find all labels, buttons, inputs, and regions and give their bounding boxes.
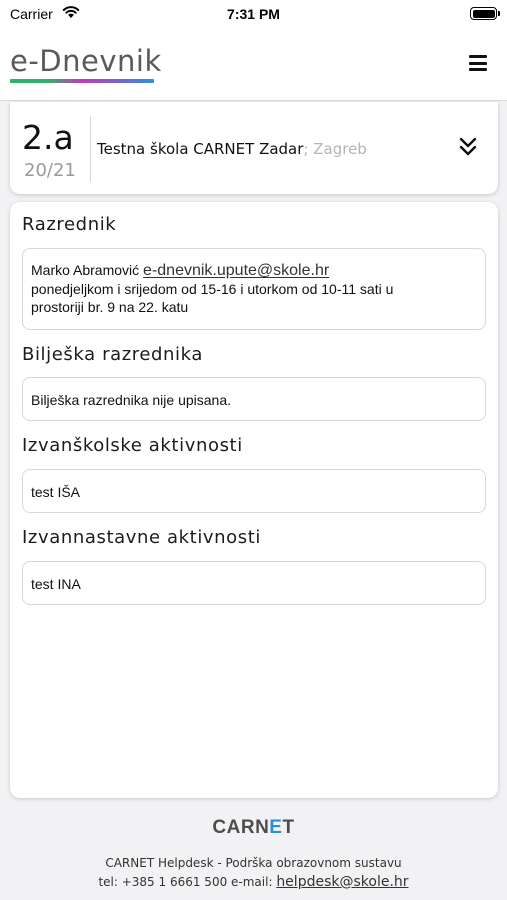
office-hours-line2: prostoriji br. 9 na 22. katu: [31, 299, 189, 315]
carnet-logo: CARNET: [212, 817, 295, 838]
helpdesk-email-link[interactable]: helpdesk@skole.hr: [276, 874, 408, 890]
battery-icon: [470, 7, 500, 20]
biljeska-text: Bilješka razrednika nije upisana.: [31, 392, 231, 408]
biljeska-box: Bilješka razrednika nije upisana.: [22, 377, 486, 421]
details-card: Razrednik Marko Abramović e-dnevnik.uput…: [10, 202, 498, 798]
hamburger-menu-icon[interactable]: [469, 55, 487, 71]
logo-underline: [10, 79, 154, 83]
section-title-izvanskolske: Izvanškolske aktivnosti: [22, 435, 243, 456]
status-bar: Carrier 7:31 PM: [0, 0, 507, 28]
helpdesk-label: CARNET Helpdesk - Podrška obrazovnom sus…: [105, 856, 402, 870]
app-header: e-Dnevnik: [0, 28, 507, 101]
section-title-izvannastavne: Izvannastavne aktivnosti: [22, 527, 262, 548]
izvanskolske-text: test IŠA: [31, 484, 81, 500]
section-title-razrednik: Razrednik: [22, 214, 117, 235]
double-chevron-down-icon[interactable]: [458, 136, 478, 158]
helpdesk-contact: tel: +385 1 6661 500 e-mail: helpdesk@sk…: [0, 874, 507, 890]
class-card[interactable]: 2.a 20/21 Testna škola CARNET Zadar; Zag…: [10, 102, 498, 194]
divider: [90, 116, 91, 182]
office-hours-line1: ponedjeljkom i srijedom od 15-16 i utork…: [31, 281, 394, 297]
school-year: 20/21: [24, 160, 76, 181]
school-name: Testna škola CARNET Zadar: [97, 140, 304, 158]
class-name: 2.a: [22, 118, 74, 157]
izvannastavne-text: test INA: [31, 576, 81, 592]
school-name-row: Testna škola CARNET Zadar; Zagreb: [97, 140, 367, 158]
razrednik-box: Marko Abramović e-dnevnik.upute@skole.hr…: [22, 248, 486, 330]
school-city: ; Zagreb: [303, 140, 367, 158]
izvanskolske-box: test IŠA: [22, 469, 486, 513]
teacher-name: Marko Abramović: [31, 262, 140, 278]
izvannastavne-box: test INA: [22, 561, 486, 605]
teacher-email-link[interactable]: e-dnevnik.upute@skole.hr: [143, 262, 329, 279]
section-title-biljeska: Bilješka razrednika: [22, 344, 203, 365]
clock: 7:31 PM: [227, 6, 280, 22]
app-logo: e-Dnevnik: [10, 44, 162, 78]
helpdesk-phone: tel: +385 1 6661 500 e-mail:: [98, 875, 277, 889]
